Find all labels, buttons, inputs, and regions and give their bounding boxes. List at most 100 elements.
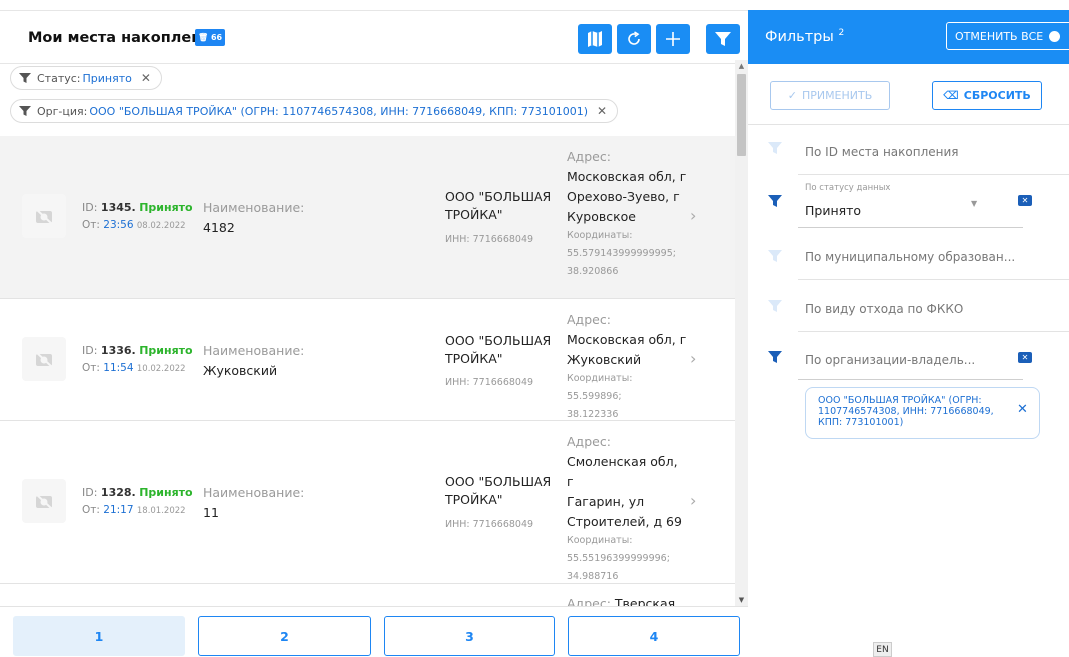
map-icon xyxy=(588,31,602,47)
page-button-2[interactable]: 2 xyxy=(198,616,371,656)
address-block: Адрес: Московская обл, г Орехово-Зуево, … xyxy=(567,149,687,277)
page-title: Мои места накопления xyxy=(28,30,221,46)
date-line: От: 23:56 08.02.2022 xyxy=(82,219,186,231)
name-value: Жуковский xyxy=(203,363,278,378)
id-line: ID: 1328. Принято xyxy=(82,486,193,499)
name-value: 4182 xyxy=(203,220,235,235)
status-filter-select[interactable]: Принято xyxy=(805,203,861,218)
no-photo-icon xyxy=(22,337,66,381)
refresh-button[interactable] xyxy=(617,24,651,54)
list-item[interactable]: ID: 1336. Принято От: 11:54 10.02.2022 Н… xyxy=(0,299,735,421)
status-badge: Принято xyxy=(139,486,193,499)
org-inn: ИНН: 7716668049 xyxy=(445,377,534,388)
filter-by-municipality[interactable]: По муниципальному образован... xyxy=(805,250,1015,264)
reset-button[interactable]: ⌫ СБРОСИТЬ xyxy=(932,81,1042,110)
chip-org[interactable]: Орг-ция: ООО "БОЛЬШАЯ ТРОЙКА" (ОГРН: 110… xyxy=(10,99,619,123)
name-label: Наименование: xyxy=(203,200,305,215)
filters-panel: Фильтры 2 ОТМЕНИТЬ ВСЕ ✓ ПРИМЕНИТЬ ⌫ СБР… xyxy=(748,0,1069,657)
refresh-icon xyxy=(628,31,640,45)
panel-header: Мои места накопления 🗑︎ 66 xyxy=(0,10,748,64)
status-badge: Принято xyxy=(139,201,193,214)
filter-icon xyxy=(768,300,782,312)
address-block: Адрес: Смоленская обл, г Гагарин, ул Стр… xyxy=(567,434,682,582)
count-badge: 🗑︎ 66 xyxy=(195,29,226,46)
address-block: Адрес: Московская обл, г Жуковский Коорд… xyxy=(567,312,687,420)
no-photo-icon xyxy=(22,194,66,238)
list-item[interactable]: Адрес: Тверская xyxy=(0,584,735,606)
org-name: ООО "БОЛЬШАЯ ТРОЙКА" xyxy=(445,474,552,507)
divider xyxy=(798,331,1069,332)
status-filter-label: По статусу данных xyxy=(805,183,891,193)
org-name: ООО "БОЛЬШАЯ ТРОЙКА" xyxy=(445,333,552,366)
id-line: ID: 1336. Принято xyxy=(82,344,193,357)
filter-icon xyxy=(768,142,782,154)
filter-icon xyxy=(768,351,782,363)
org-inn: ИНН: 7716668049 xyxy=(445,234,534,245)
add-icon xyxy=(666,32,680,46)
divider xyxy=(798,279,1069,280)
add-button[interactable] xyxy=(656,24,690,54)
chip-value: Принято xyxy=(82,71,132,85)
clear-status-icon[interactable]: ✕ xyxy=(1018,195,1032,206)
filter-button[interactable] xyxy=(706,24,740,54)
date-line: От: 11:54 10.02.2022 xyxy=(82,362,186,374)
page-button-4[interactable]: 4 xyxy=(568,616,740,656)
date-line: От: 21:17 18.01.2022 xyxy=(82,504,186,516)
filter-by-id[interactable]: По ID места накопления xyxy=(805,145,959,159)
input-underline xyxy=(798,379,1023,380)
chip-status[interactable]: Статус: Принято ✕ xyxy=(10,66,162,90)
chevron-right-icon[interactable]: › xyxy=(690,491,696,510)
input-underline xyxy=(798,227,1023,228)
filter-icon xyxy=(19,106,31,116)
close-icon[interactable]: ✕ xyxy=(597,104,607,118)
language-indicator: EN xyxy=(873,642,892,657)
map-button[interactable] xyxy=(578,24,612,54)
filters-header: Фильтры 2 ОТМЕНИТЬ ВСЕ xyxy=(748,10,1069,64)
chip-label: Орг-ция: xyxy=(37,104,88,118)
close-icon[interactable]: ✕ xyxy=(141,71,151,85)
filter-by-fkko[interactable]: По виду отхода по ФККО xyxy=(805,302,963,316)
filter-by-owner-org[interactable]: По организации-владель... xyxy=(805,353,975,367)
filter-icon xyxy=(768,250,782,262)
name-label: Наименование: xyxy=(203,343,305,358)
filter-icon xyxy=(19,73,31,83)
divider xyxy=(798,174,1069,175)
dropdown-arrow-icon[interactable]: ▼ xyxy=(971,199,977,208)
page-button-1[interactable]: 1 xyxy=(13,616,185,656)
backspace-icon: ⌫ xyxy=(943,89,959,102)
org-filter-tag: ООО "БОЛЬШАЯ ТРОЙКА" (ОГРН: 110774657430… xyxy=(805,387,1040,439)
filter-icon xyxy=(768,195,782,207)
list-scrollbar[interactable]: ▲ ▼ xyxy=(735,60,748,606)
close-icon[interactable]: ✕ xyxy=(1017,402,1028,417)
scroll-down-arrow-icon[interactable]: ▼ xyxy=(735,594,748,606)
chevron-right-icon[interactable]: › xyxy=(690,206,696,225)
clear-org-icon[interactable]: ✕ xyxy=(1018,352,1032,363)
name-label: Наименование: xyxy=(203,485,305,500)
filters-count: 2 xyxy=(838,28,845,38)
status-badge: Принято xyxy=(139,344,193,357)
filter-icon xyxy=(715,32,731,46)
org-name: ООО "БОЛЬШАЯ ТРОЙКА" xyxy=(445,189,552,222)
chip-value: ООО "БОЛЬШАЯ ТРОЙКА" (ОГРН: 110774657430… xyxy=(89,104,588,118)
no-photo-icon xyxy=(22,479,66,523)
clear-icon xyxy=(1049,30,1061,42)
check-icon: ✓ xyxy=(787,89,797,102)
list-item[interactable]: ID: 1345. Принято От: 23:56 08.02.2022 Н… xyxy=(0,136,735,299)
org-inn: ИНН: 7716668049 xyxy=(445,519,534,530)
places-list: ID: 1345. Принято От: 23:56 08.02.2022 Н… xyxy=(0,136,735,606)
list-item[interactable]: ID: 1328. Принято От: 21:17 18.01.2022 Н… xyxy=(0,421,735,584)
chip-label: Статус: xyxy=(37,71,81,85)
divider xyxy=(748,124,1069,125)
trash-icon: 🗑︎ xyxy=(198,33,209,42)
id-line: ID: 1345. Принято xyxy=(82,201,193,214)
page-button-3[interactable]: 3 xyxy=(384,616,555,656)
address-block: Адрес: Тверская xyxy=(567,596,676,606)
scroll-up-arrow-icon[interactable]: ▲ xyxy=(735,60,748,72)
cancel-all-button[interactable]: ОТМЕНИТЬ ВСЕ xyxy=(946,22,1069,50)
apply-button[interactable]: ✓ ПРИМЕНИТЬ xyxy=(770,81,890,110)
name-value: 11 xyxy=(203,505,219,520)
chevron-right-icon[interactable]: › xyxy=(690,349,696,368)
scroll-thumb[interactable] xyxy=(737,74,746,156)
places-panel: Мои места накопления 🗑︎ 66 Статус: Приня… xyxy=(0,0,748,657)
filters-title: Фильтры 2 xyxy=(765,28,845,45)
